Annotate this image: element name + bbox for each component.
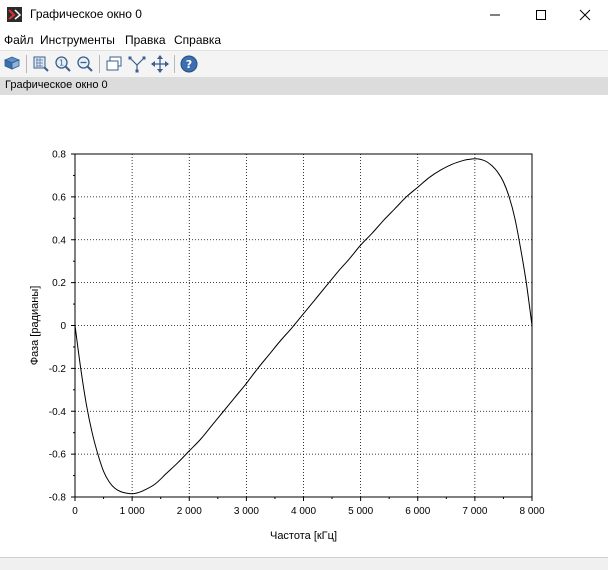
zoom-in-icon	[33, 56, 49, 72]
help-icon: ?	[180, 55, 198, 73]
zoom-original-button[interactable]: 1	[53, 54, 73, 74]
y-tick-label: -0.2	[49, 364, 67, 375]
scilab-icon	[7, 7, 22, 22]
graphics-window: Графическое окно 0 Файл Инструменты Прав…	[0, 0, 608, 570]
maximize-button[interactable]	[518, 0, 564, 30]
toolbar: 1 ?	[0, 50, 608, 77]
y-tick-label: 0.6	[52, 192, 66, 203]
x-tick-label: 6 000	[405, 506, 430, 517]
svg-text:?: ?	[186, 58, 192, 71]
x-tick-label: 1 000	[120, 506, 145, 517]
y-tick-label: -0.6	[49, 450, 67, 461]
rotate-icon	[3, 56, 21, 70]
status-bar	[0, 557, 608, 570]
zoom-out-icon	[77, 56, 93, 72]
rotate-button[interactable]	[2, 54, 22, 74]
datatip-icon	[128, 56, 146, 73]
pan-icon	[151, 55, 169, 73]
x-tick-label: 5 000	[348, 506, 373, 517]
figure-button[interactable]	[104, 54, 124, 74]
svg-text:1: 1	[59, 59, 64, 68]
y-axis-label: Фаза [радианы]	[29, 286, 41, 366]
maximize-icon	[536, 10, 546, 20]
datatip-button[interactable]	[127, 54, 147, 74]
menu-file[interactable]: Файл	[4, 33, 34, 47]
figure-label: Графическое окно 0	[5, 79, 108, 91]
toolbar-separator	[99, 55, 100, 73]
plot-area[interactable]: 0 1 000 2 000 3 000 4 000 5 000 6 000 7 000 8 00…	[0, 96, 608, 556]
window-title: Графическое окно 0	[30, 7, 142, 21]
y-tick-label: 0	[60, 321, 66, 332]
pan-button[interactable]	[150, 54, 170, 74]
x-tick-label: 4 000	[291, 506, 316, 517]
x-tick-label: 0	[72, 506, 78, 517]
zoom-original-icon: 1	[55, 56, 71, 72]
zoom-out-button[interactable]	[75, 54, 95, 74]
x-tick-label: 8 000	[519, 506, 544, 517]
figure-label-strip: Графическое окно 0	[0, 77, 608, 95]
minimize-icon	[490, 14, 500, 16]
zoom-in-button[interactable]	[31, 54, 51, 74]
help-button[interactable]: ?	[179, 54, 199, 74]
menu-help[interactable]: Справка	[174, 33, 221, 47]
toolbar-separator	[174, 55, 175, 73]
x-tick-label: 2 000	[177, 506, 202, 517]
menu-tools[interactable]: Инструменты	[40, 33, 115, 47]
y-tick-label: 0.2	[52, 278, 66, 289]
x-axis-label: Частота [кГц]	[270, 530, 337, 542]
phase-chart[interactable]: 0 1 000 2 000 3 000 4 000 5 000 6 000 7 000 8 00…	[0, 96, 608, 556]
y-tick-label: -0.8	[49, 493, 67, 504]
menu-bar: Файл Инструменты Правка Справка	[0, 31, 608, 49]
close-icon	[579, 9, 591, 21]
toolbar-separator	[26, 55, 27, 73]
x-tick-label: 3 000	[234, 506, 259, 517]
title-bar: Графическое окно 0	[0, 0, 608, 30]
close-button[interactable]	[562, 0, 608, 30]
y-tick-label: 0.4	[52, 235, 66, 246]
menu-edit[interactable]: Правка	[125, 33, 166, 47]
y-tick-label: -0.4	[49, 407, 67, 418]
minimize-button[interactable]	[472, 0, 518, 30]
x-tick-label: 7 000	[462, 506, 487, 517]
figure-icon	[106, 56, 122, 71]
y-tick-label: 0.8	[52, 150, 66, 161]
